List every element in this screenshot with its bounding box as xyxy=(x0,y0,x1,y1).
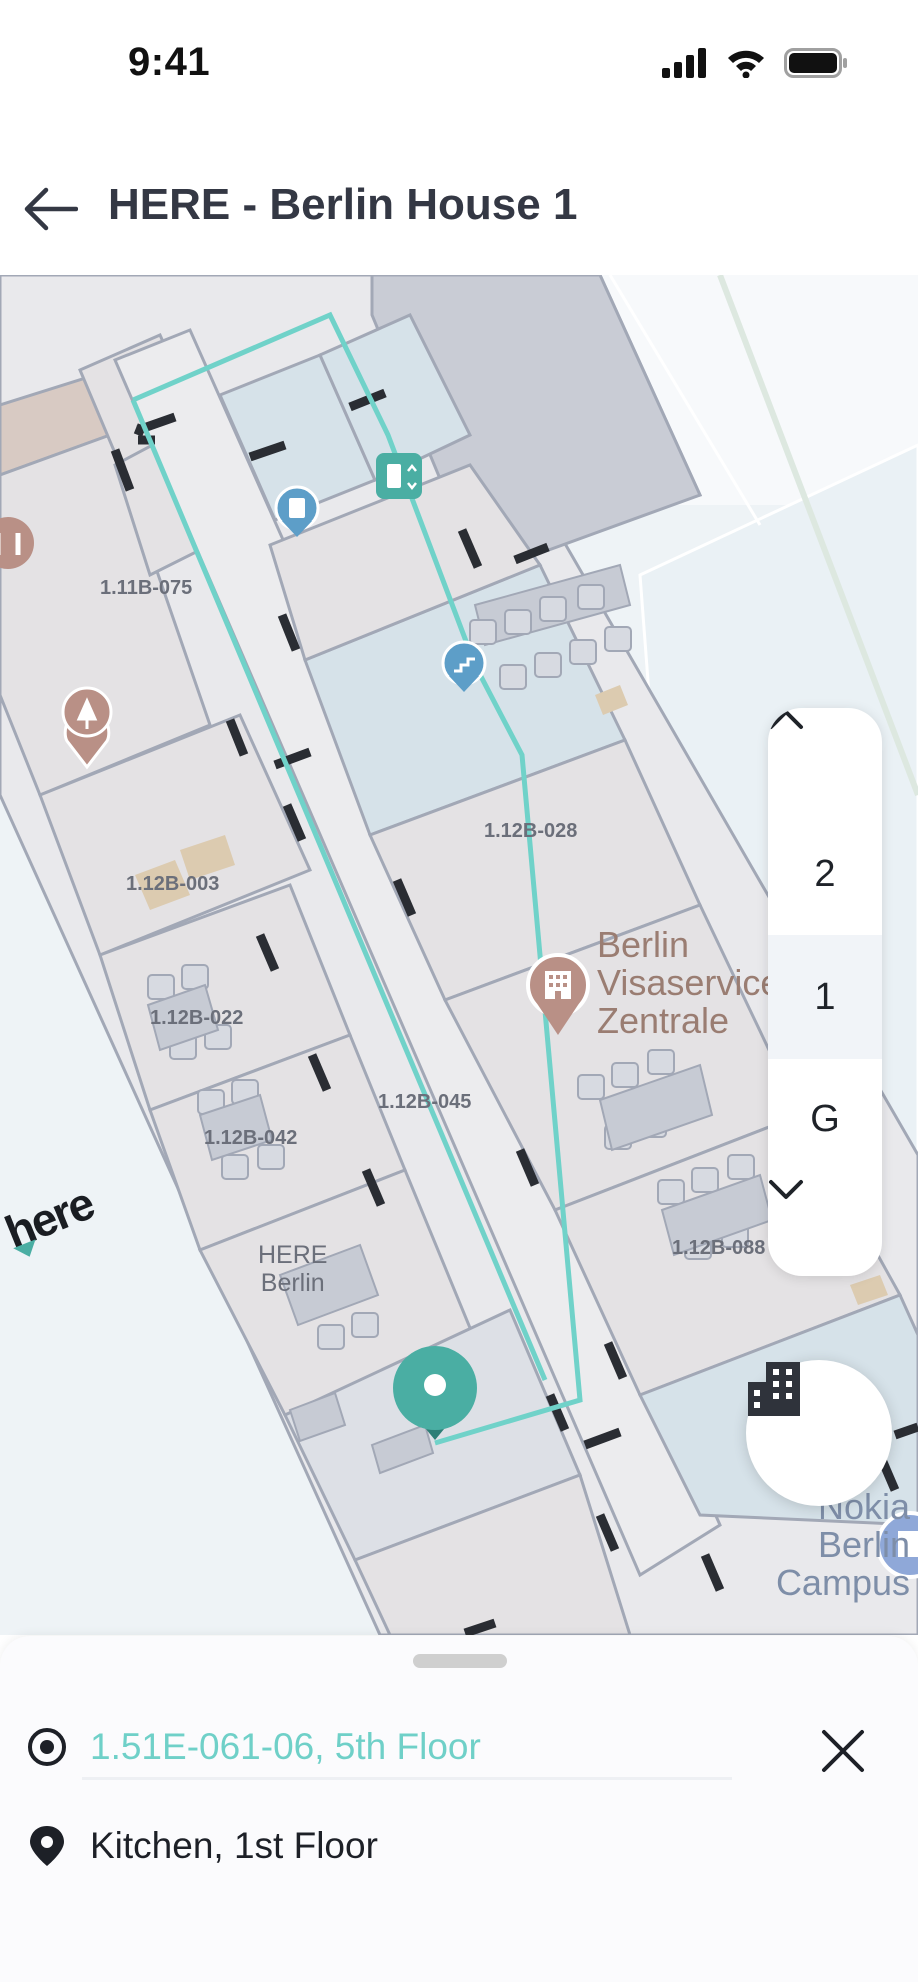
sheet-drag-handle[interactable] xyxy=(413,1654,507,1668)
route-sheet: 1.51E-061-06, 5th Floor Kitchen, 1st Flo… xyxy=(0,1636,918,1982)
arrow-left-icon xyxy=(24,187,78,231)
battery-icon xyxy=(784,48,847,78)
signal-icon xyxy=(662,48,706,78)
room-label: 1.11B-075 xyxy=(100,577,193,599)
chevron-down-icon xyxy=(769,1180,803,1199)
room-label: 1.12B-045 xyxy=(378,1091,472,1113)
route-origin-text: 1.51E-061-06, 5th Floor xyxy=(90,1726,481,1767)
elevator-square-icon[interactable] xyxy=(376,453,422,499)
back-button[interactable] xyxy=(20,178,82,240)
room-label: 1.12B-022 xyxy=(150,1007,244,1029)
floor-down-button[interactable] xyxy=(768,1179,882,1276)
floor-option-2[interactable]: 2 xyxy=(768,813,882,935)
status-time: 9:41 xyxy=(128,40,211,84)
room-label: 1.12B-088 xyxy=(672,1237,766,1259)
status-icons xyxy=(662,48,848,78)
floor-option-g[interactable]: G xyxy=(768,1059,882,1179)
floor-up-button[interactable] xyxy=(768,708,882,813)
header: HERE - Berlin House 1 xyxy=(0,150,918,275)
chevron-up-icon xyxy=(769,710,803,729)
indoor-map[interactable]: 1.11B-075 1.12B-003 1.12B-022 1.12B-042 … xyxy=(0,275,918,1635)
target-icon xyxy=(28,1728,66,1766)
room-label: 1.12B-028 xyxy=(484,820,578,842)
wifi-icon xyxy=(728,50,764,78)
floor-option-1-selected[interactable]: 1 xyxy=(768,935,882,1059)
poi-label-visaservice: Berlin Visaservice Zentrale xyxy=(597,924,781,1041)
route-destination-text: Kitchen, 1st Floor xyxy=(90,1825,378,1866)
page-title: HERE - Berlin House 1 xyxy=(108,180,578,229)
building-icon xyxy=(748,1362,800,1416)
status-bar: 9:41 xyxy=(0,0,918,130)
close-button[interactable] xyxy=(812,1720,874,1782)
route-divider xyxy=(82,1777,732,1780)
route-destination-row[interactable]: Kitchen, 1st Floor xyxy=(26,1824,378,1868)
location-pin-icon xyxy=(30,1826,64,1866)
building-button[interactable] xyxy=(746,1360,892,1506)
floor-picker: 2 1 G xyxy=(768,708,882,1276)
room-label: 1.12B-042 xyxy=(204,1127,298,1149)
room-label-here: HERE Berlin xyxy=(258,1241,328,1297)
route-origin-row[interactable]: 1.51E-061-06, 5th Floor xyxy=(26,1726,481,1768)
close-icon xyxy=(822,1730,864,1772)
room-label: 1.12B-003 xyxy=(126,873,220,895)
